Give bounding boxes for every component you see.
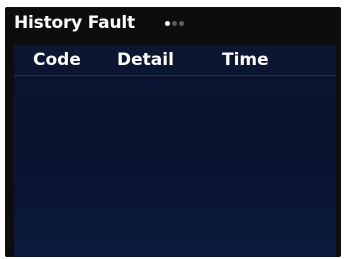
fault-history-table: Code Detail Time bbox=[14, 45, 336, 257]
page-indicator-dot-3 bbox=[179, 21, 184, 26]
column-header-code: Code bbox=[33, 50, 81, 70]
table-body[interactable] bbox=[14, 76, 336, 257]
column-header-detail: Detail bbox=[117, 50, 174, 70]
table-header: Code Detail Time bbox=[14, 45, 336, 76]
page-indicator-dot-1 bbox=[165, 21, 170, 26]
page-indicator-dot-2 bbox=[172, 21, 177, 26]
title-bar: History Fault bbox=[5, 7, 341, 41]
history-fault-screen: History Fault Code Detail Time bbox=[5, 7, 341, 257]
page-indicator[interactable] bbox=[165, 21, 184, 27]
column-header-time: Time bbox=[222, 50, 269, 70]
page-title: History Fault bbox=[14, 13, 135, 33]
